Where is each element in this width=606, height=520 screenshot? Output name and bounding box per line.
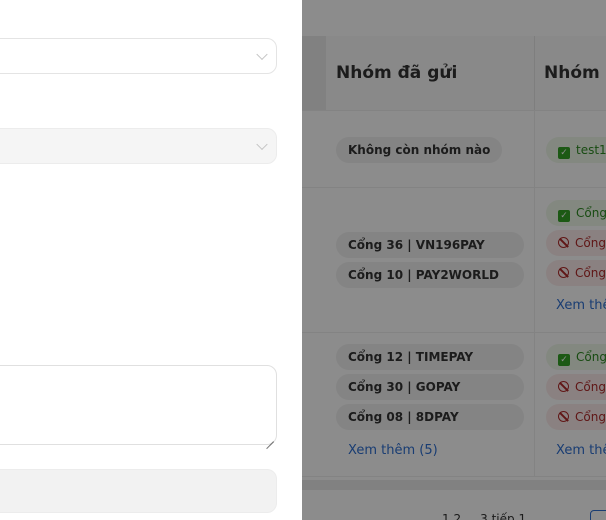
chevron-down-icon xyxy=(256,48,268,61)
modal-overlay[interactable] xyxy=(302,0,606,520)
note-textarea[interactable] xyxy=(0,365,277,445)
resize-handle-icon[interactable] xyxy=(266,434,274,442)
chevron-down-icon xyxy=(256,138,268,151)
group-select[interactable] xyxy=(0,38,277,74)
submit-button[interactable]: n xyxy=(0,469,277,513)
gateway-select[interactable] xyxy=(0,128,277,164)
side-drawer: n xyxy=(0,0,302,520)
